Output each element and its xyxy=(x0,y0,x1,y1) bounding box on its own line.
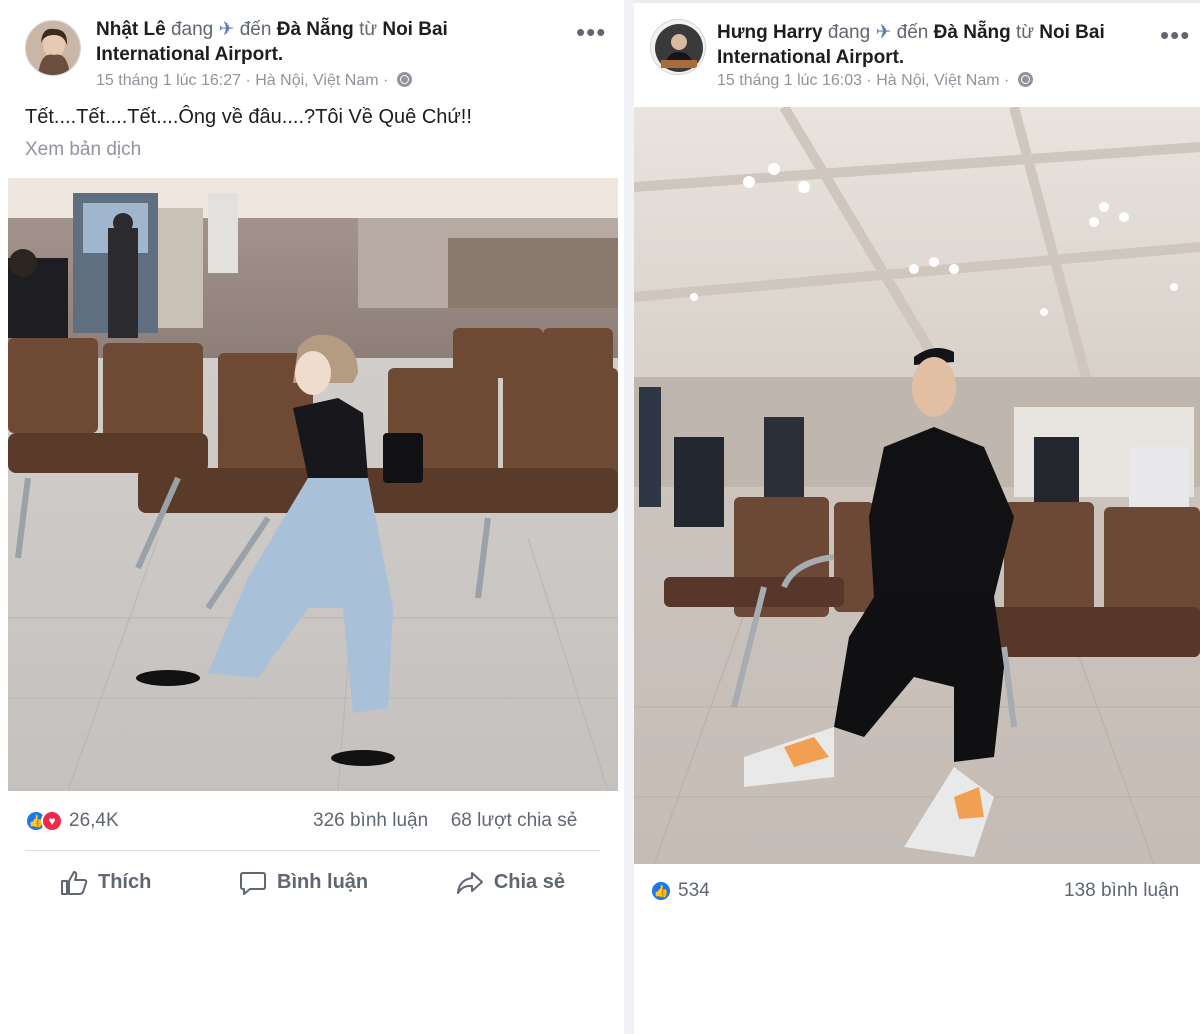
origin-link-line2[interactable]: International Airport. xyxy=(96,44,283,65)
thumbs-up-icon xyxy=(61,870,88,895)
comment-button[interactable]: Bình luận xyxy=(239,870,368,896)
location[interactable]: Hà Nội, Việt Nam xyxy=(876,72,999,89)
airplane-icon: ✈ xyxy=(875,22,892,43)
action-bar: Thích Bình luận Chia sẻ xyxy=(25,850,600,914)
see-translation-link[interactable]: Xem bản dịch xyxy=(25,139,141,161)
destination-link[interactable]: Đà Nẵng xyxy=(934,22,1011,43)
avatar[interactable] xyxy=(25,20,81,76)
origin-link-line2[interactable]: International Airport. xyxy=(717,47,904,68)
avatar[interactable] xyxy=(650,19,706,75)
to-word: đến xyxy=(239,19,272,40)
comment-label: Bình luận xyxy=(277,871,369,893)
post-meta: 15 tháng 1 lúc 16:03 · Hà Nội, Việt Nam … xyxy=(717,71,1033,91)
author-name[interactable]: Hưng Harry xyxy=(717,22,823,43)
engagement-counts: 138 bình luận xyxy=(1064,880,1179,902)
author-name[interactable]: Nhật Lê xyxy=(96,19,166,40)
globe-icon xyxy=(1017,72,1033,87)
reaction-summary[interactable]: 👍 ♥ 26,4K xyxy=(25,810,119,832)
comment-count-link[interactable]: 326 bình luận xyxy=(313,810,428,831)
more-options-icon[interactable]: ••• xyxy=(576,19,606,45)
post-header: Nhật Lê đang ✈ đến Đà Nẵng từ Noi Bai In… xyxy=(96,17,448,67)
origin-link-line1[interactable]: Noi Bai xyxy=(382,19,447,40)
post-photo[interactable] xyxy=(8,178,618,791)
activity-verb: đang xyxy=(827,22,871,43)
share-count-link[interactable]: 68 lượt chia sẻ xyxy=(451,810,578,831)
location[interactable]: Hà Nội, Việt Nam xyxy=(255,72,378,89)
post-photo[interactable] xyxy=(634,107,1200,864)
timestamp[interactable]: 15 tháng 1 lúc 16:27 xyxy=(96,72,241,89)
airplane-icon: ✈ xyxy=(218,19,235,40)
reaction-count: 534 xyxy=(678,880,710,901)
timestamp[interactable]: 15 tháng 1 lúc 16:03 xyxy=(717,72,862,89)
engagement-counts: 326 bình luận 68 lượt chia sẻ xyxy=(313,810,577,832)
feed-divider xyxy=(624,0,634,1034)
post-card-hung-harry: Hưng Harry đang ✈ đến Đà Nẵng từ Noi Bai… xyxy=(634,0,1200,1034)
comment-count-link[interactable]: 138 bình luận xyxy=(1064,880,1179,901)
reaction-summary[interactable]: 👍 534 xyxy=(650,880,710,902)
share-icon xyxy=(456,871,483,894)
post-caption: Tết....Tết....Tết....Ông về đâu....?Tôi … xyxy=(25,106,472,128)
like-reaction-icon: 👍 xyxy=(650,880,672,902)
comment-icon xyxy=(240,871,267,895)
like-button[interactable]: Thích xyxy=(60,870,151,896)
to-word: đến xyxy=(896,22,929,43)
share-label: Chia sẻ xyxy=(493,871,565,893)
destination-link[interactable]: Đà Nẵng xyxy=(277,19,354,40)
from-word: từ xyxy=(1016,22,1035,43)
activity-verb: đang xyxy=(170,19,214,40)
post-meta: 15 tháng 1 lúc 16:27 · Hà Nội, Việt Nam … xyxy=(96,71,412,91)
reaction-count: 26,4K xyxy=(69,810,119,831)
from-word: từ xyxy=(359,19,378,40)
share-button[interactable]: Chia sẻ xyxy=(456,870,565,896)
globe-icon xyxy=(396,72,412,87)
more-options-icon[interactable]: ••• xyxy=(1160,22,1190,48)
like-label: Thích xyxy=(98,871,152,893)
love-reaction-icon: ♥ xyxy=(41,810,63,832)
origin-link-line1[interactable]: Noi Bai xyxy=(1039,22,1104,43)
post-card-nhat-le: Nhật Lê đang ✈ đến Đà Nẵng từ Noi Bai In… xyxy=(0,0,624,1034)
post-header: Hưng Harry đang ✈ đến Đà Nẵng từ Noi Bai… xyxy=(717,20,1105,70)
